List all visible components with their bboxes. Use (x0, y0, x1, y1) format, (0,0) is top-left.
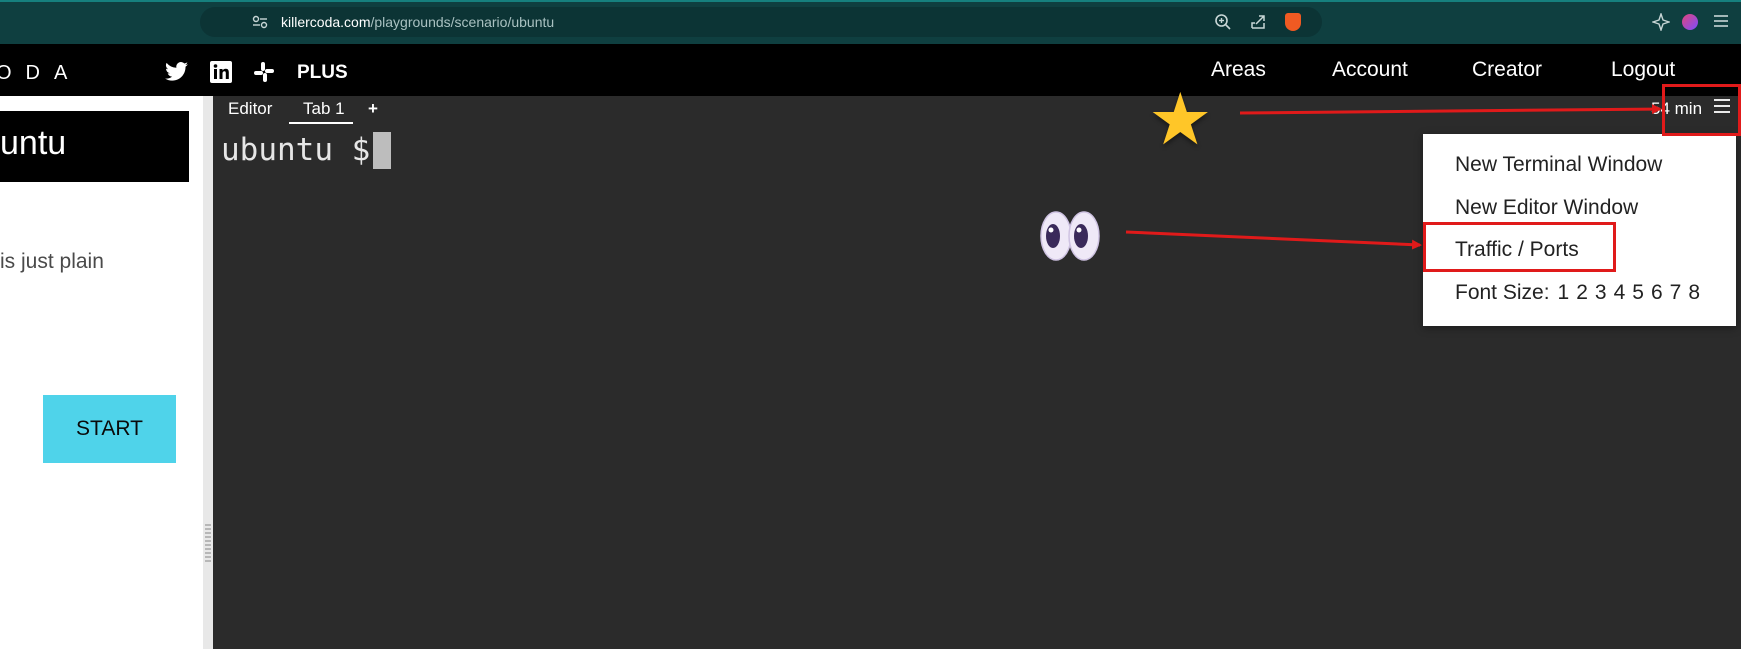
annotation-arrows (1125, 104, 1662, 250)
arrow-to-traffic-ports (1125, 230, 1422, 250)
star-emoji-icon: ★ (1148, 80, 1213, 160)
arrow-to-menu-button (1239, 104, 1662, 115)
eyes-emoji-icon (1040, 211, 1100, 261)
